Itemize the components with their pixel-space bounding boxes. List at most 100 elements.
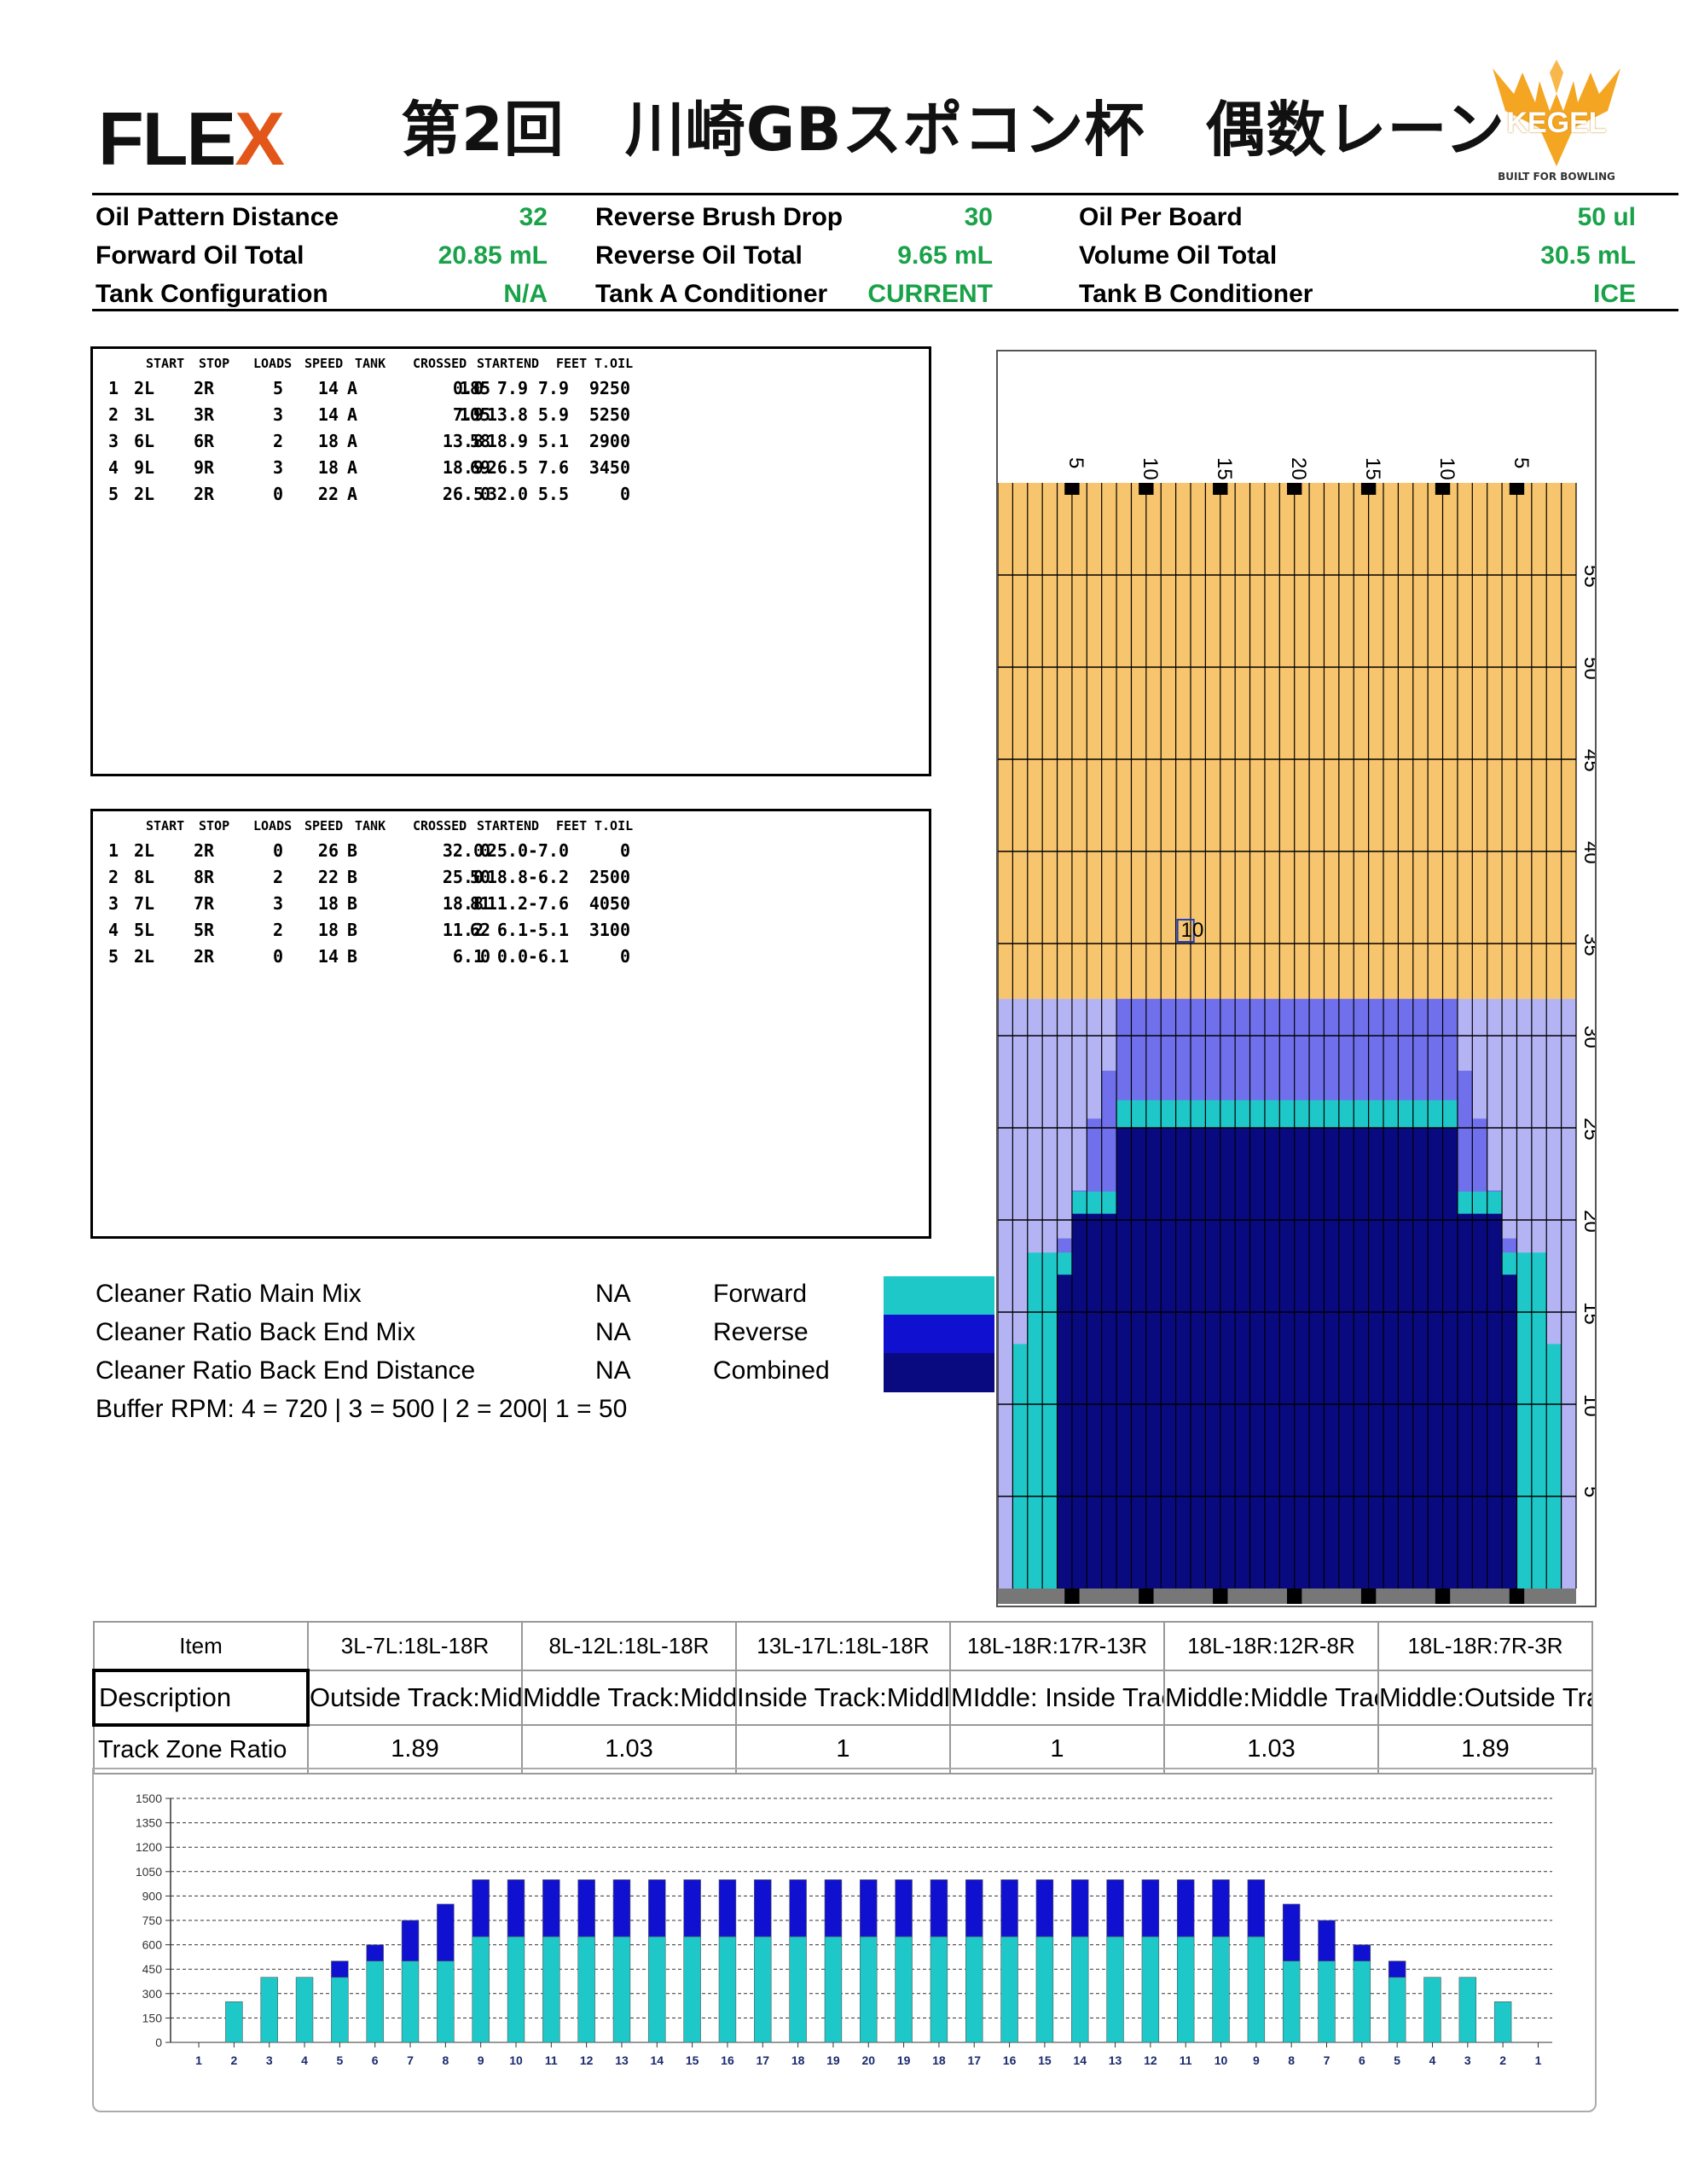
lane-board-label: 10 <box>1435 457 1458 480</box>
cleaner-back-end-distance-label: Cleaner Ratio Back End Distance <box>96 1356 476 1385</box>
chart-bar-reverse <box>437 1903 455 1961</box>
tz-header-cell: 18L-18R:7R-3R <box>1377 1621 1593 1671</box>
table-cell: 9L <box>134 457 155 478</box>
table-cell: 3 <box>108 431 119 451</box>
table-cell: 2 <box>108 867 119 887</box>
chart-bar-forward <box>1212 1936 1230 2043</box>
chart-xtick-label: 7 <box>1324 2053 1330 2067</box>
tz-ratio-cell: 1 <box>735 1724 951 1774</box>
lane-board-combined <box>1279 1128 1295 1589</box>
tz-description-label[interactable]: Description <box>92 1669 310 1727</box>
lane-board-forward <box>1516 1252 1532 1589</box>
lane-board-combined <box>1264 1128 1280 1589</box>
table-cell: 5 <box>272 378 283 398</box>
chart-bar-forward <box>401 1960 420 2043</box>
tz-description-cell: Middle:Middle Track <box>1163 1670 1379 1726</box>
lane-target-dot-bottom <box>1287 1589 1302 1604</box>
table-cell: 18 <box>317 920 339 940</box>
lane-distance-label: 5 <box>1580 1486 1595 1497</box>
legend-reverse-swatch <box>884 1315 994 1354</box>
table-header: T.OIL <box>594 818 634 834</box>
chart-bar-forward <box>648 1936 666 2043</box>
table-cell: 6R <box>194 431 215 451</box>
chart-xtick-label: 7 <box>407 2053 414 2067</box>
lane-oil-graph-svg: 51015201510551015202530354045505510 <box>997 457 1603 1604</box>
table-cell: 2900 <box>588 431 630 451</box>
chart-bar-reverse <box>401 1920 420 1961</box>
chart-bar-forward <box>1176 1936 1195 2043</box>
lane-board-combined <box>1131 1128 1146 1589</box>
table-header: STOP <box>199 818 230 834</box>
chart-xtick-label: 9 <box>478 2053 484 2067</box>
chart-bar-forward <box>331 1977 349 2043</box>
table-header: FEET <box>556 356 588 371</box>
chart-xtick-label: 18 <box>791 2053 805 2067</box>
chart-bar-reverse <box>507 1879 525 1937</box>
table-header: TANK <box>355 356 386 371</box>
info-label: Oil Per Board <box>1079 203 1243 231</box>
table-cell: 4050 <box>588 893 630 914</box>
lane-board-label: 5 <box>1510 457 1533 468</box>
tz-header-cell: 18L-18R:17R-13R <box>949 1621 1165 1671</box>
table-header: LOADS <box>253 356 293 371</box>
chart-xtick-label: 8 <box>442 2053 449 2067</box>
chart-bar-reverse <box>612 1879 631 1937</box>
table-header: CROSSED <box>413 356 467 371</box>
table-cell: 4 <box>108 920 119 940</box>
chart-ytick-label: 450 <box>142 1962 163 1976</box>
chart-xtick-label: 10 <box>1215 2053 1228 2067</box>
table-cell: 5L <box>134 920 155 940</box>
table-cell: B <box>347 893 358 914</box>
table-header: CROSSED <box>413 818 467 834</box>
chart-xtick-label: 18 <box>932 2053 946 2067</box>
lane-board-combined <box>1235 1128 1250 1589</box>
lane-target-dot-top <box>1213 483 1228 495</box>
chart-bar-reverse <box>824 1879 843 1937</box>
table-cell: 2L <box>134 378 155 398</box>
kegel-name: KEGEL <box>1506 107 1607 139</box>
lane-board-combined <box>1324 1128 1339 1589</box>
oil-per-board-chart-svg: 015030045060075090010501200135015001 2 3 4 5… <box>136 1792 1552 2067</box>
chart-bar-forward <box>1141 1936 1160 2043</box>
tz-description-cell: Middle Track:Middle <box>521 1670 737 1726</box>
lane-board-combined <box>1368 1128 1383 1589</box>
chart-bar-reverse <box>1247 1879 1266 1937</box>
chart-bar-forward <box>895 1936 913 2043</box>
table-cell: 4 <box>108 457 119 478</box>
cleaner-main-mix-label: Cleaner Ratio Main Mix <box>96 1280 362 1308</box>
table-cell: 8L <box>134 867 155 887</box>
tz-header-cell: 8L-12L:18L-18R <box>521 1621 737 1671</box>
table-header: FEET <box>556 818 588 834</box>
cleaner-back-end-distance-value: NA <box>595 1356 631 1385</box>
lane-target-dot-top <box>1435 483 1451 495</box>
chart-xtick-label: 16 <box>1003 2053 1017 2067</box>
table-cell: 2 <box>108 404 119 425</box>
chart-ytick-label: 1200 <box>136 1840 162 1854</box>
chart-bar-forward <box>612 1936 631 2043</box>
chart-bar-reverse <box>472 1879 490 1937</box>
chart-bar-forward <box>789 1936 807 2043</box>
lane-target-dot-bottom <box>1213 1589 1228 1604</box>
kegel-tagline: BUILT FOR BOWLING <box>1498 171 1615 183</box>
tz-ratio-cell: 1.89 <box>307 1724 523 1774</box>
cleaner-back-end-mix-value: NA <box>595 1318 631 1346</box>
chart-xtick-label: 6 <box>372 2053 379 2067</box>
lane-target-dot-top <box>1064 483 1080 495</box>
table-header: START <box>146 356 185 371</box>
reverse-oil-table: START STOP LOADS SPEED TANK CROSSED START END FE… <box>90 809 931 1239</box>
chart-ytick-label: 1350 <box>136 1816 162 1830</box>
kegel-logo: KEGEL BUILT FOR BOWLING <box>1488 47 1625 183</box>
lane-board-combined <box>1191 1128 1206 1589</box>
tz-header-cell: 13L-17L:18L-18R <box>735 1621 951 1671</box>
chart-xtick-label: 1 <box>195 2053 202 2067</box>
chart-xtick-label: 4 <box>1429 2053 1436 2067</box>
lane-board-forward <box>1027 1252 1043 1589</box>
cleaner-main-mix-value: NA <box>595 1280 631 1308</box>
divider-bottom <box>92 309 1678 311</box>
table-cell: A <box>347 404 358 425</box>
table-cell: 9250 <box>588 378 630 398</box>
table-cell: 3100 <box>588 920 630 940</box>
chart-xtick-label: 15 <box>1038 2053 1052 2067</box>
chart-xtick-label: 3 <box>266 2053 273 2067</box>
info-value: 20.85 mL <box>438 241 548 270</box>
